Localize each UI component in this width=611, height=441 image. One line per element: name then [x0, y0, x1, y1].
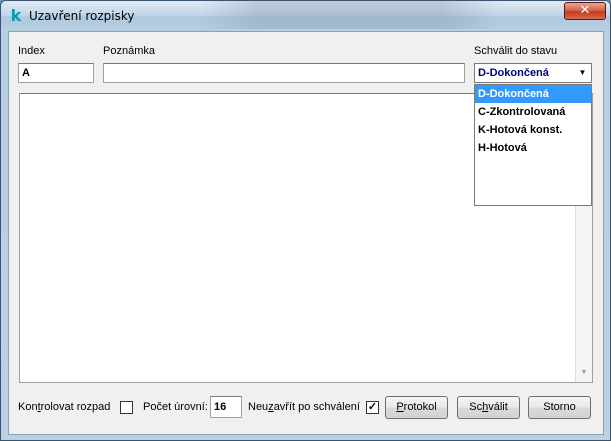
cancel-button[interactable]: Storno: [528, 396, 591, 419]
levels-field[interactable]: 16: [210, 396, 242, 418]
dropdown-option[interactable]: H-Hotová: [475, 139, 591, 157]
dialog-client-area: Index Poznámka Schválit do stavu A D-Dok…: [8, 31, 604, 435]
dropdown-option[interactable]: D-Dokončená: [475, 85, 591, 103]
approve-state-dropdown[interactable]: D-Dokončená C-Zkontrolovaná K-Hotová kon…: [474, 84, 592, 206]
approve-state-selected: D-Dokončená: [478, 67, 549, 79]
dropdown-option[interactable]: C-Zkontrolovaná: [475, 103, 591, 121]
protocol-button[interactable]: Protokol: [385, 396, 448, 419]
note-field[interactable]: [103, 63, 465, 83]
index-label: Index: [18, 45, 45, 57]
note-label: Poznámka: [103, 45, 155, 57]
approve-button[interactable]: Schválit: [457, 396, 520, 419]
levels-label: Počet úrovní:: [143, 401, 208, 413]
close-button[interactable]: ✕: [564, 2, 606, 20]
dropdown-option[interactable]: K-Hotová konst.: [475, 121, 591, 139]
window-title: Uzavření rozpisky: [29, 9, 135, 23]
dialog-window: k Uzavření rozpisky ✕ Index Poznámka Sch…: [0, 0, 611, 441]
no-close-label: Neuzavřít po schválení: [248, 401, 360, 413]
approve-state-label: Schválit do stavu: [474, 45, 558, 57]
scroll-down-arrow-icon[interactable]: ▼: [576, 367, 592, 379]
check-breakdown-checkbox[interactable]: [120, 401, 133, 414]
index-field[interactable]: A: [18, 63, 94, 83]
checkmark-icon: ✓: [367, 401, 378, 413]
check-breakdown-label: Kontrolovat rozpad: [18, 401, 111, 413]
chevron-down-icon[interactable]: ▼: [575, 65, 590, 81]
background-blur: [201, 1, 501, 29]
no-close-checkbox[interactable]: ✓: [366, 401, 379, 414]
app-k-icon: k: [10, 6, 22, 25]
approve-state-select[interactable]: D-Dokončená ▼: [474, 63, 592, 83]
title-bar[interactable]: k Uzavření rozpisky ✕: [1, 1, 610, 31]
